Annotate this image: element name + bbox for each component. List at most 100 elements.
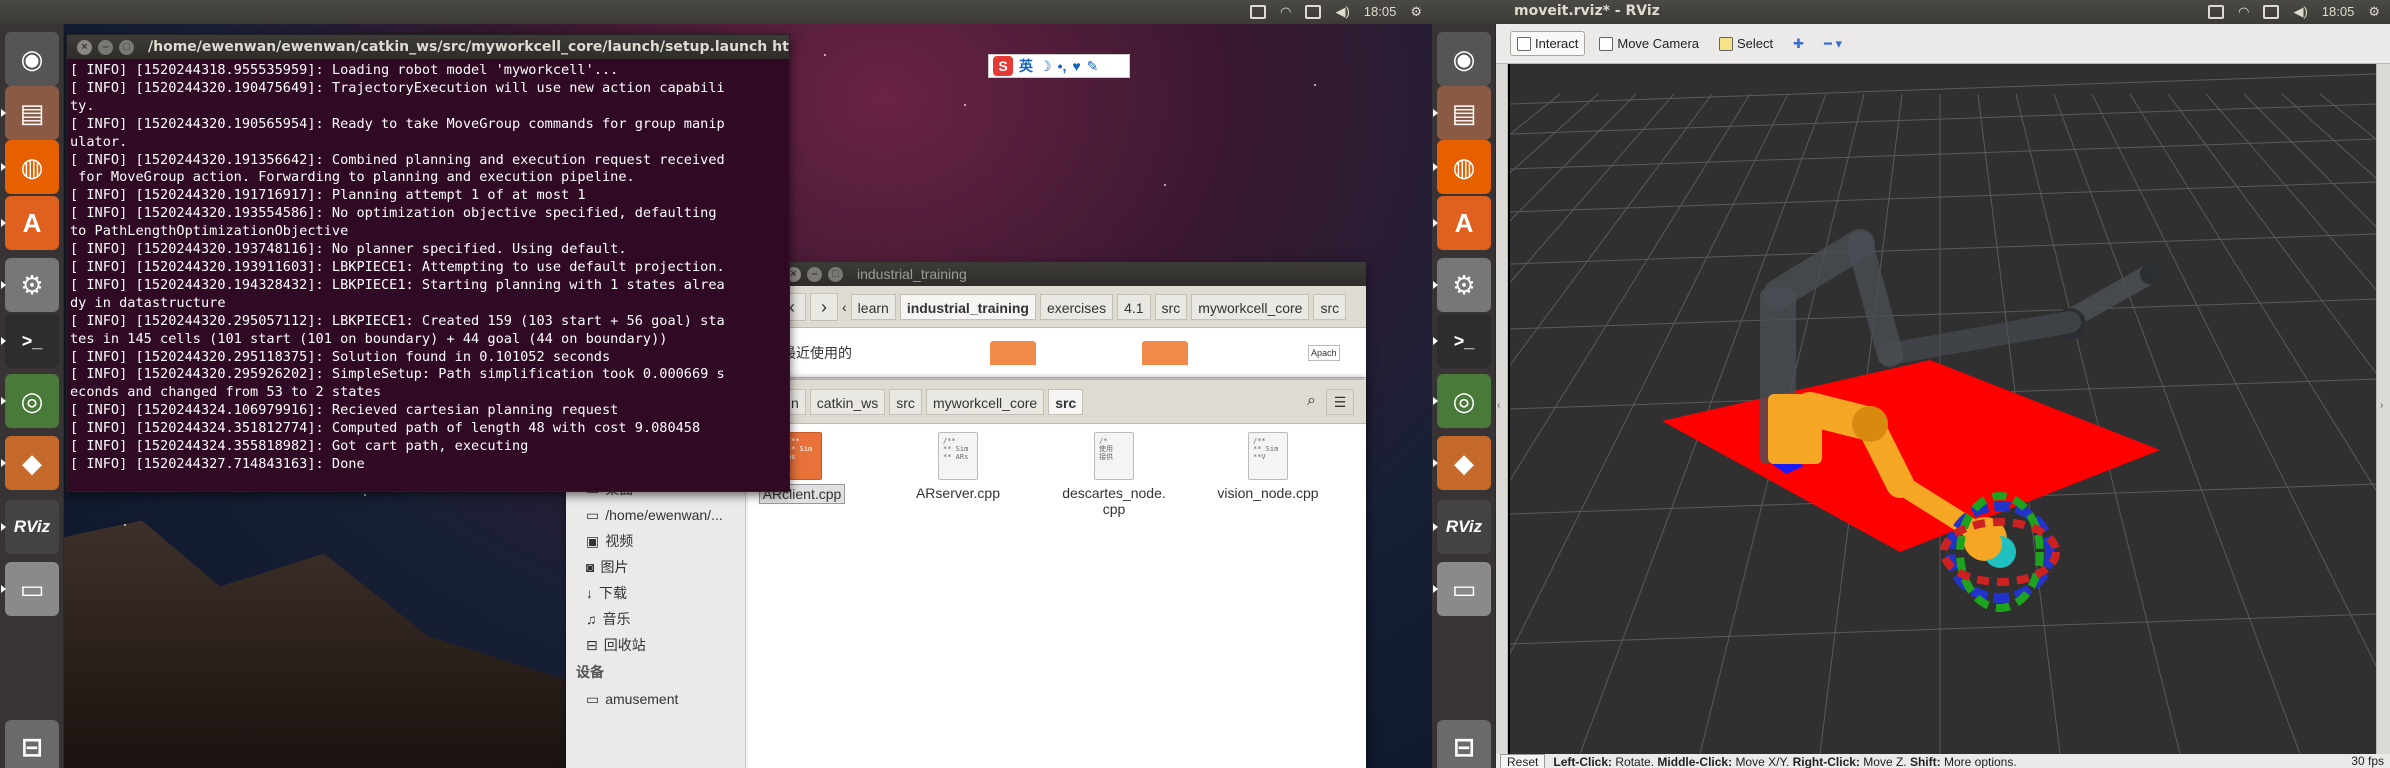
recent-label[interactable]: 最近使用的 (776, 343, 936, 363)
file-manager-titlebar[interactable]: × – □ industrial_training (776, 262, 1366, 286)
apache-file-label[interactable]: Apach (1308, 344, 1340, 361)
sidebar-device[interactable]: ▭ amusement (566, 686, 745, 712)
rviz-icon[interactable]: RViz (1433, 500, 1491, 554)
gear-icon[interactable]: ⚙ (1410, 2, 1422, 22)
terminal-icon[interactable]: >_ (1433, 314, 1491, 368)
file-item[interactable]: /* 使用 接供 descartes_node. cpp (1054, 426, 1174, 518)
breadcrumb-src[interactable]: src (1313, 293, 1347, 320)
rviz-icon[interactable]: RViz (1, 500, 59, 554)
sogou-logo-icon[interactable]: S (993, 56, 1013, 76)
breadcrumb-myworkcell-core[interactable]: myworkcell_core (1191, 293, 1310, 320)
trash-icon[interactable]: ⊟ (5, 720, 59, 768)
files-icon[interactable]: ▤ (1, 86, 59, 140)
breadcrumb-exercises[interactable]: exercises (1039, 293, 1114, 320)
breadcrumb-src[interactable]: src (889, 388, 922, 415)
grid-line (2091, 93, 2376, 667)
reset-button[interactable]: Reset (1500, 754, 1546, 768)
remove-tool-icon[interactable]: ━ ▾ (1818, 32, 1848, 56)
tool-select-button[interactable]: Select (1713, 32, 1779, 55)
settings-icon[interactable]: ⚙ (1433, 258, 1491, 312)
hint-mid-key: Middle-Click: (1657, 755, 1733, 768)
trash-icon[interactable]: ⊟ (1437, 720, 1491, 768)
minimize-icon[interactable]: – (98, 39, 113, 55)
punctuation-icon[interactable]: •, (1058, 58, 1067, 74)
keyboard-icon[interactable] (1250, 5, 1267, 19)
menu-icon[interactable]: ☰ (1326, 389, 1354, 415)
software-center-icon[interactable]: A (1, 196, 59, 250)
maximize-icon[interactable]: □ (828, 266, 843, 282)
ubuntu-icon[interactable]: ◉ (5, 32, 59, 86)
firefox-icon[interactable]: ◍ (1, 140, 59, 194)
folder-icon[interactable] (990, 340, 1036, 365)
sidebar-item-label: 音乐 (602, 611, 631, 627)
minimize-icon[interactable]: – (807, 266, 822, 282)
software-center-icon[interactable]: A (1433, 196, 1491, 250)
pathbar-overflow-icon[interactable]: ‹ (842, 299, 847, 315)
terminal-line: [ INFO] [1520244318.955535959]: Loading … (70, 62, 619, 78)
package-icon[interactable]: ◆ (1433, 436, 1491, 490)
tool-move-camera-button[interactable]: Move Camera (1593, 32, 1705, 55)
terminal-line: [ INFO] [1520244320.193554586]: No optim… (70, 205, 717, 222)
add-tool-icon[interactable]: ✚ (1787, 32, 1810, 56)
running-indicator (1, 337, 6, 345)
files-icon[interactable]: ▤ (1433, 86, 1491, 140)
sidebar-item[interactable]: ▣ 视频 (566, 528, 745, 554)
shirt-icon[interactable]: ♥ (1072, 58, 1080, 74)
wrench-icon[interactable]: ✎ (1087, 58, 1099, 75)
close-icon[interactable]: × (77, 39, 92, 55)
music-icon: ♫ (586, 611, 597, 627)
sidebar-item[interactable]: ♫ 音乐 (566, 606, 745, 632)
battery-icon[interactable] (1305, 5, 1322, 19)
terminal-icon[interactable]: >_ (1, 314, 59, 368)
sidebar-item[interactable]: ▭ /home/ewenwan/... (566, 502, 745, 528)
ime-toolbar[interactable]: S 英 ☽ •, ♥ ✎ (988, 54, 1130, 78)
gazebo-icon[interactable]: ◎ (1433, 374, 1491, 428)
sidebar-item-label: /home/ewenwan/... (605, 507, 723, 523)
cursor-icon (1517, 36, 1531, 51)
ubuntu-icon[interactable]: ◉ (1437, 32, 1491, 86)
breadcrumb-src[interactable]: src (1154, 293, 1188, 320)
gazebo-icon[interactable]: ◎ (1, 374, 59, 428)
cpp-file-icon[interactable]: /* 使用 接供 (1094, 432, 1134, 480)
clock-left[interactable]: 18:05 (1364, 2, 1397, 22)
cpp-file-icon[interactable]: /** ** Sim **V (1248, 432, 1288, 480)
running-indicator (1433, 163, 1438, 171)
firefox-icon[interactable]: ◍ (1433, 140, 1491, 194)
moon-icon[interactable]: ☽ (1039, 58, 1052, 75)
recent-row: 最近使用的 Apach (776, 328, 1366, 378)
sidebar-item-label: 图片 (600, 559, 629, 575)
breadcrumb-learn[interactable]: learn (850, 293, 896, 320)
breadcrumb-4-1[interactable]: 4.1 (1117, 293, 1151, 320)
file-item[interactable]: /** ** Sim ** ARs ARserver.cpp (898, 426, 1018, 502)
folder-icon: ▭ (586, 506, 600, 523)
disk-icon[interactable]: ▭ (1, 562, 59, 616)
breadcrumb-catkin-ws[interactable]: catkin_ws (809, 388, 886, 415)
ime-language-label[interactable]: 英 (1019, 56, 1033, 76)
cpp-file-icon[interactable]: /** ** Sim ** ARs (938, 432, 978, 480)
terminal-output[interactable]: [ INFO] [1520244318.955535959]: Loading … (67, 59, 789, 491)
breadcrumb-src[interactable]: src (1048, 388, 1084, 415)
wifi-icon[interactable]: ◠ (1280, 2, 1291, 22)
3d-scene[interactable] (1510, 64, 2376, 754)
running-indicator (1433, 397, 1438, 405)
terminal-titlebar[interactable]: × – □ /home/ewenwan/ewenwan/catkin_ws/sr… (67, 35, 789, 59)
forward-button[interactable]: › (810, 292, 838, 321)
3d-viewport[interactable] (1510, 64, 2376, 754)
search-icon[interactable]: ⌕ (1307, 392, 1316, 410)
terminal-window[interactable]: × – □ /home/ewenwan/ewenwan/catkin_ws/sr… (66, 34, 790, 492)
breadcrumb-myworkcell-core[interactable]: myworkcell_core (925, 388, 1045, 415)
sidebar-item[interactable]: ↓ 下载 (566, 580, 745, 606)
sidebar-item[interactable]: ⊟ 回收站 (566, 632, 745, 658)
tool-interact-button[interactable]: Interact (1510, 31, 1586, 56)
right-panel-collapsed[interactable]: › (2376, 64, 2390, 768)
settings-icon[interactable]: ⚙ (1, 258, 59, 312)
disk-icon[interactable]: ▭ (1433, 562, 1491, 616)
volume-icon[interactable]: ◀) (1335, 2, 1349, 22)
folder-icon[interactable] (1142, 340, 1188, 365)
breadcrumb-industrial-training[interactable]: industrial_training (899, 293, 1036, 320)
maximize-icon[interactable]: □ (119, 39, 134, 55)
package-icon[interactable]: ◆ (1, 436, 59, 490)
left-panel-collapsed[interactable]: ‹ (1496, 64, 1508, 768)
file-item[interactable]: /** ** Sim **V vision_node.cpp (1208, 426, 1328, 502)
sidebar-item[interactable]: ◙ 图片 (566, 554, 745, 580)
